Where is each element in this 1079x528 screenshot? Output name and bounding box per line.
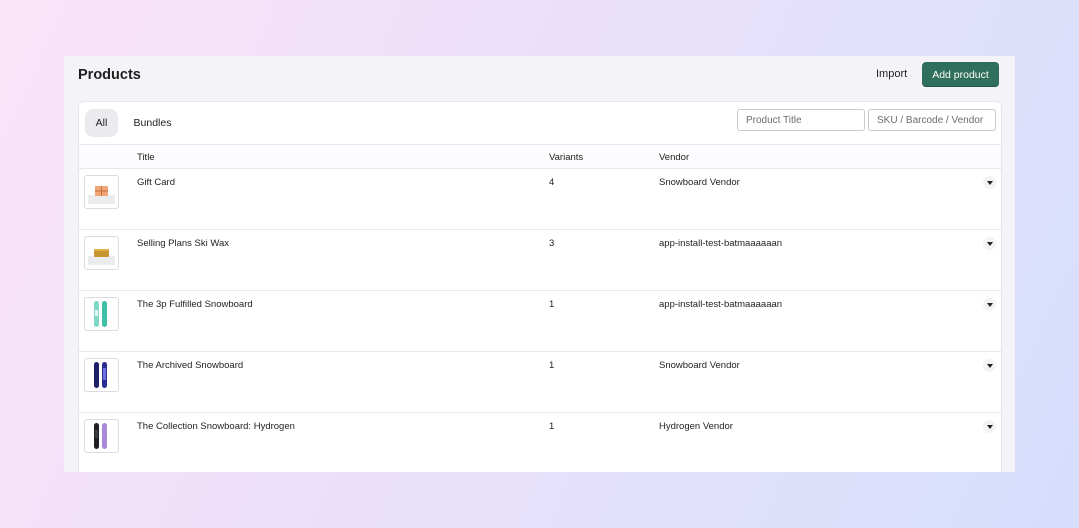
page-title: Products	[78, 67, 141, 83]
product-title-search-input[interactable]	[737, 109, 865, 131]
products-card: All Bundles Title Variants Vendor Gift C…	[78, 101, 1002, 472]
chevron-down-icon[interactable]	[983, 237, 996, 250]
product-variants: 1	[549, 299, 555, 310]
sku-barcode-vendor-search-input[interactable]	[868, 109, 996, 131]
table-row[interactable]: Gift Card 4 Snowboard Vendor	[79, 169, 1001, 230]
snowboard-dark-purple-thumbnail	[84, 419, 119, 453]
column-header-vendor: Vendor	[659, 152, 690, 163]
product-variants: 1	[549, 360, 555, 371]
product-vendor: app-install-test-batmaaaaaan	[659, 299, 783, 310]
product-vendor: Snowboard Vendor	[659, 360, 740, 371]
product-variants: 4	[549, 177, 555, 188]
product-variants: 1	[549, 421, 555, 432]
snowboard-teal-thumbnail	[84, 297, 119, 331]
product-title[interactable]: The Collection Snowboard: Hydrogen	[137, 421, 295, 432]
chevron-down-icon[interactable]	[983, 359, 996, 372]
table-row[interactable]: Selling Plans Ski Wax 3 app-install-test…	[79, 230, 1001, 291]
table-row[interactable]: The 3p Fulfilled Snowboard 1 app-install…	[79, 291, 1001, 352]
column-header-title: Title	[137, 152, 155, 163]
products-page: Products Import Add product All Bundles …	[64, 56, 1015, 472]
add-product-button[interactable]: Add product	[922, 62, 999, 87]
product-title[interactable]: Selling Plans Ski Wax	[137, 238, 229, 249]
table-row[interactable]: The Collection Snowboard: Hydrogen 1 Hyd…	[79, 413, 1001, 472]
import-button[interactable]: Import	[876, 68, 907, 80]
tab-all[interactable]: All	[85, 109, 118, 137]
product-title[interactable]: The 3p Fulfilled Snowboard	[137, 299, 253, 310]
column-header-variants: Variants	[549, 152, 584, 163]
table-header: Title Variants Vendor	[79, 144, 1001, 169]
tab-bundles[interactable]: Bundles	[125, 109, 180, 137]
product-title[interactable]: Gift Card	[137, 177, 175, 188]
ski-wax-thumbnail	[84, 236, 119, 270]
chevron-down-icon[interactable]	[983, 420, 996, 433]
chevron-down-icon[interactable]	[983, 298, 996, 311]
product-variants: 3	[549, 238, 555, 249]
snowboard-navy-thumbnail	[84, 358, 119, 392]
product-vendor: Hydrogen Vendor	[659, 421, 733, 432]
product-vendor: app-install-test-batmaaaaaan	[659, 238, 783, 249]
chevron-down-icon[interactable]	[983, 176, 996, 189]
product-title[interactable]: The Archived Snowboard	[137, 360, 243, 371]
product-vendor: Snowboard Vendor	[659, 177, 740, 188]
table-row[interactable]: The Archived Snowboard 1 Snowboard Vendo…	[79, 352, 1001, 413]
gift-card-thumbnail	[84, 175, 119, 209]
